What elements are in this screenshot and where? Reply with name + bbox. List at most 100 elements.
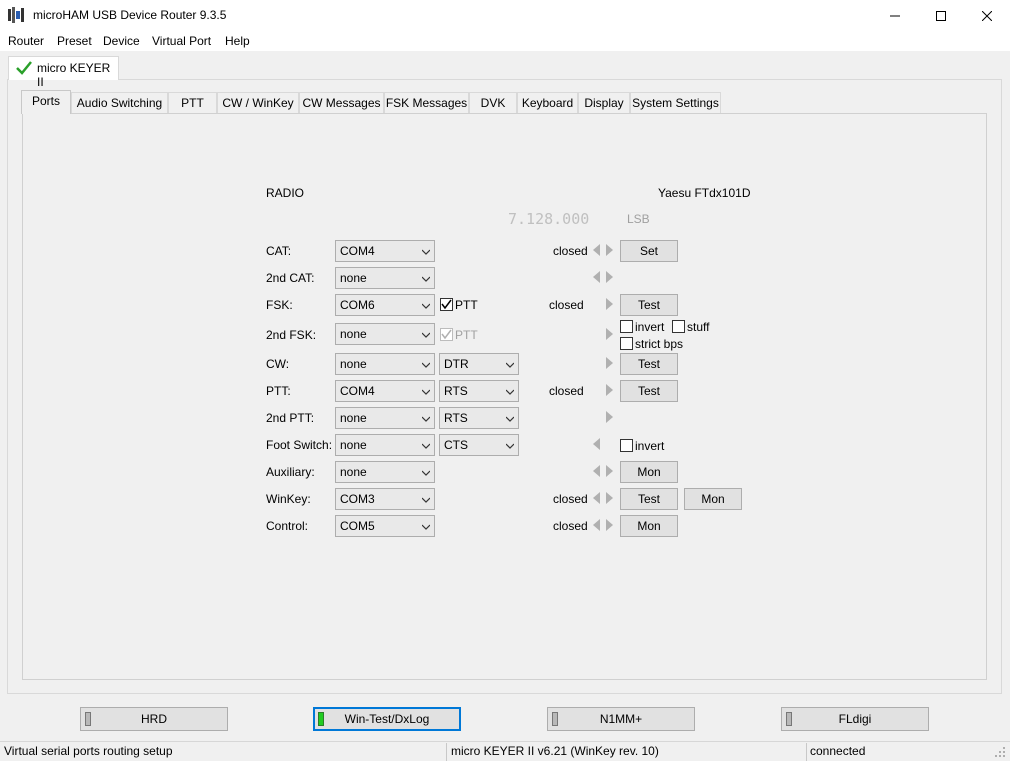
- tab-ports[interactable]: Ports: [21, 90, 71, 114]
- fsk2-invert-label: invert: [635, 320, 665, 334]
- tab-dvk[interactable]: DVK: [469, 92, 517, 113]
- app-button-label: N1MM+: [599, 712, 643, 726]
- cw-line-select[interactable]: DTR: [439, 353, 519, 375]
- chevron-down-icon: [506, 389, 514, 395]
- cw-test-button[interactable]: Test: [620, 353, 678, 375]
- app-icon: [8, 7, 26, 23]
- rx-arrow-icon: [593, 492, 600, 504]
- tab-fsk-messages[interactable]: FSK Messages: [384, 92, 469, 113]
- cat-port-value: COM4: [340, 244, 375, 258]
- aux-port-value: none: [340, 465, 367, 479]
- fsk2-strict-bps-checkbox[interactable]: [620, 337, 633, 350]
- cw-label: CW:: [266, 357, 290, 371]
- tab-ptt[interactable]: PTT: [168, 92, 217, 113]
- fsk2-port-select[interactable]: none: [335, 323, 435, 345]
- status-separator: [446, 743, 447, 761]
- fsk2-ptt-checkbox: [440, 328, 453, 341]
- fsk-label: FSK:: [266, 298, 293, 312]
- resize-grip-icon[interactable]: [994, 746, 1006, 758]
- winkey-port-select[interactable]: COM3: [335, 488, 435, 510]
- check-icon: [16, 61, 32, 75]
- footswitch-label: Foot Switch:: [266, 438, 333, 452]
- aux-port-select[interactable]: none: [335, 461, 435, 483]
- chevron-down-icon: [506, 443, 514, 449]
- ptt2-port-select[interactable]: none: [335, 407, 435, 429]
- app-button-hrd[interactable]: HRD: [80, 707, 228, 731]
- control-status: closed: [553, 519, 588, 533]
- menu-router[interactable]: Router: [8, 34, 44, 48]
- ptt2-line-select[interactable]: RTS: [439, 407, 519, 429]
- tab-display[interactable]: Display: [578, 92, 630, 113]
- tab-system-settings[interactable]: System Settings: [630, 92, 721, 113]
- fsk2-invert-checkbox[interactable]: [620, 320, 633, 333]
- footswitch-port-select[interactable]: none: [335, 434, 435, 456]
- app-button-label: HRD: [141, 712, 167, 726]
- cat-set-button[interactable]: Set: [620, 240, 678, 262]
- ptt-port-select[interactable]: COM4: [335, 380, 435, 402]
- tx-arrow-icon: [606, 492, 613, 504]
- fsk-port-value: COM6: [340, 298, 375, 312]
- fsk-ptt-checkbox[interactable]: [440, 298, 453, 311]
- aux-mon-button[interactable]: Mon: [620, 461, 678, 483]
- tab-keyboard[interactable]: Keyboard: [517, 92, 578, 113]
- cat-port-select[interactable]: COM4: [335, 240, 435, 262]
- minimize-button[interactable]: [872, 0, 918, 31]
- mode-display: LSB: [627, 212, 650, 226]
- cw-port-select[interactable]: none: [335, 353, 435, 375]
- app-button-fldigi[interactable]: FLdigi: [781, 707, 929, 731]
- tx-arrow-icon: [606, 328, 613, 340]
- menu-preset[interactable]: Preset: [57, 34, 92, 48]
- menu-help[interactable]: Help: [225, 34, 250, 48]
- ptt2-label: 2nd PTT:: [266, 411, 315, 425]
- frequency-display: 7.128.000: [508, 210, 590, 228]
- fsk2-label: 2nd FSK:: [266, 328, 317, 342]
- tx-arrow-icon: [606, 465, 613, 477]
- ptt-line-select[interactable]: RTS: [439, 380, 519, 402]
- winkey-mon-button[interactable]: Mon: [684, 488, 742, 510]
- tx-arrow-icon: [606, 298, 613, 310]
- close-icon: [982, 10, 992, 21]
- device-tab-micro-keyer[interactable]: micro KEYER II: [8, 56, 119, 89]
- chevron-down-icon: [422, 389, 430, 395]
- fsk2-strict-bps-label: strict bps: [635, 337, 684, 351]
- chevron-down-icon: [422, 416, 430, 422]
- tab-cw-winkey[interactable]: CW / WinKey: [217, 92, 299, 113]
- fsk-test-button[interactable]: Test: [620, 294, 678, 316]
- cat-status: closed: [553, 244, 588, 258]
- fsk-port-select[interactable]: COM6: [335, 294, 435, 316]
- chevron-down-icon: [422, 332, 430, 338]
- ptt-test-button[interactable]: Test: [620, 380, 678, 402]
- control-mon-button[interactable]: Mon: [620, 515, 678, 537]
- status-bar: Virtual serial ports routing setup micro…: [0, 741, 1010, 761]
- cat-label: CAT:: [266, 244, 292, 258]
- footswitch-invert-checkbox[interactable]: [620, 439, 633, 452]
- close-button[interactable]: [964, 0, 1010, 31]
- control-port-value: COM5: [340, 519, 375, 533]
- menu-device[interactable]: Device: [103, 34, 140, 48]
- ptt-port-value: COM4: [340, 384, 375, 398]
- fsk-ptt-label: PTT: [455, 298, 478, 312]
- rx-arrow-icon: [593, 271, 600, 283]
- tab-audio-switching[interactable]: Audio Switching: [71, 92, 168, 113]
- app-button-win-test[interactable]: Win-Test/DxLog: [313, 707, 461, 731]
- aux-label: Auxiliary:: [266, 465, 315, 479]
- tab-cw-messages[interactable]: CW Messages: [299, 92, 384, 113]
- window-title: microHAM USB Device Router 9.3.5: [33, 8, 227, 22]
- ptt2-line-value: RTS: [444, 411, 468, 425]
- status-led: [786, 712, 792, 726]
- maximize-button[interactable]: [918, 0, 964, 31]
- winkey-test-button[interactable]: Test: [620, 488, 678, 510]
- control-port-select[interactable]: COM5: [335, 515, 435, 537]
- cat2-port-select[interactable]: none: [335, 267, 435, 289]
- chevron-down-icon: [422, 249, 430, 255]
- status-left: Virtual serial ports routing setup: [4, 744, 173, 758]
- footswitch-port-value: none: [340, 438, 367, 452]
- footswitch-line-select[interactable]: CTS: [439, 434, 519, 456]
- fsk2-stuff-checkbox[interactable]: [672, 320, 685, 333]
- app-button-n1mm[interactable]: N1MM+: [547, 707, 695, 731]
- chevron-down-icon: [422, 276, 430, 282]
- menu-virtual-port[interactable]: Virtual Port: [152, 34, 211, 48]
- chevron-down-icon: [422, 443, 430, 449]
- status-led: [552, 712, 558, 726]
- app-button-label: Win-Test/DxLog: [344, 712, 430, 726]
